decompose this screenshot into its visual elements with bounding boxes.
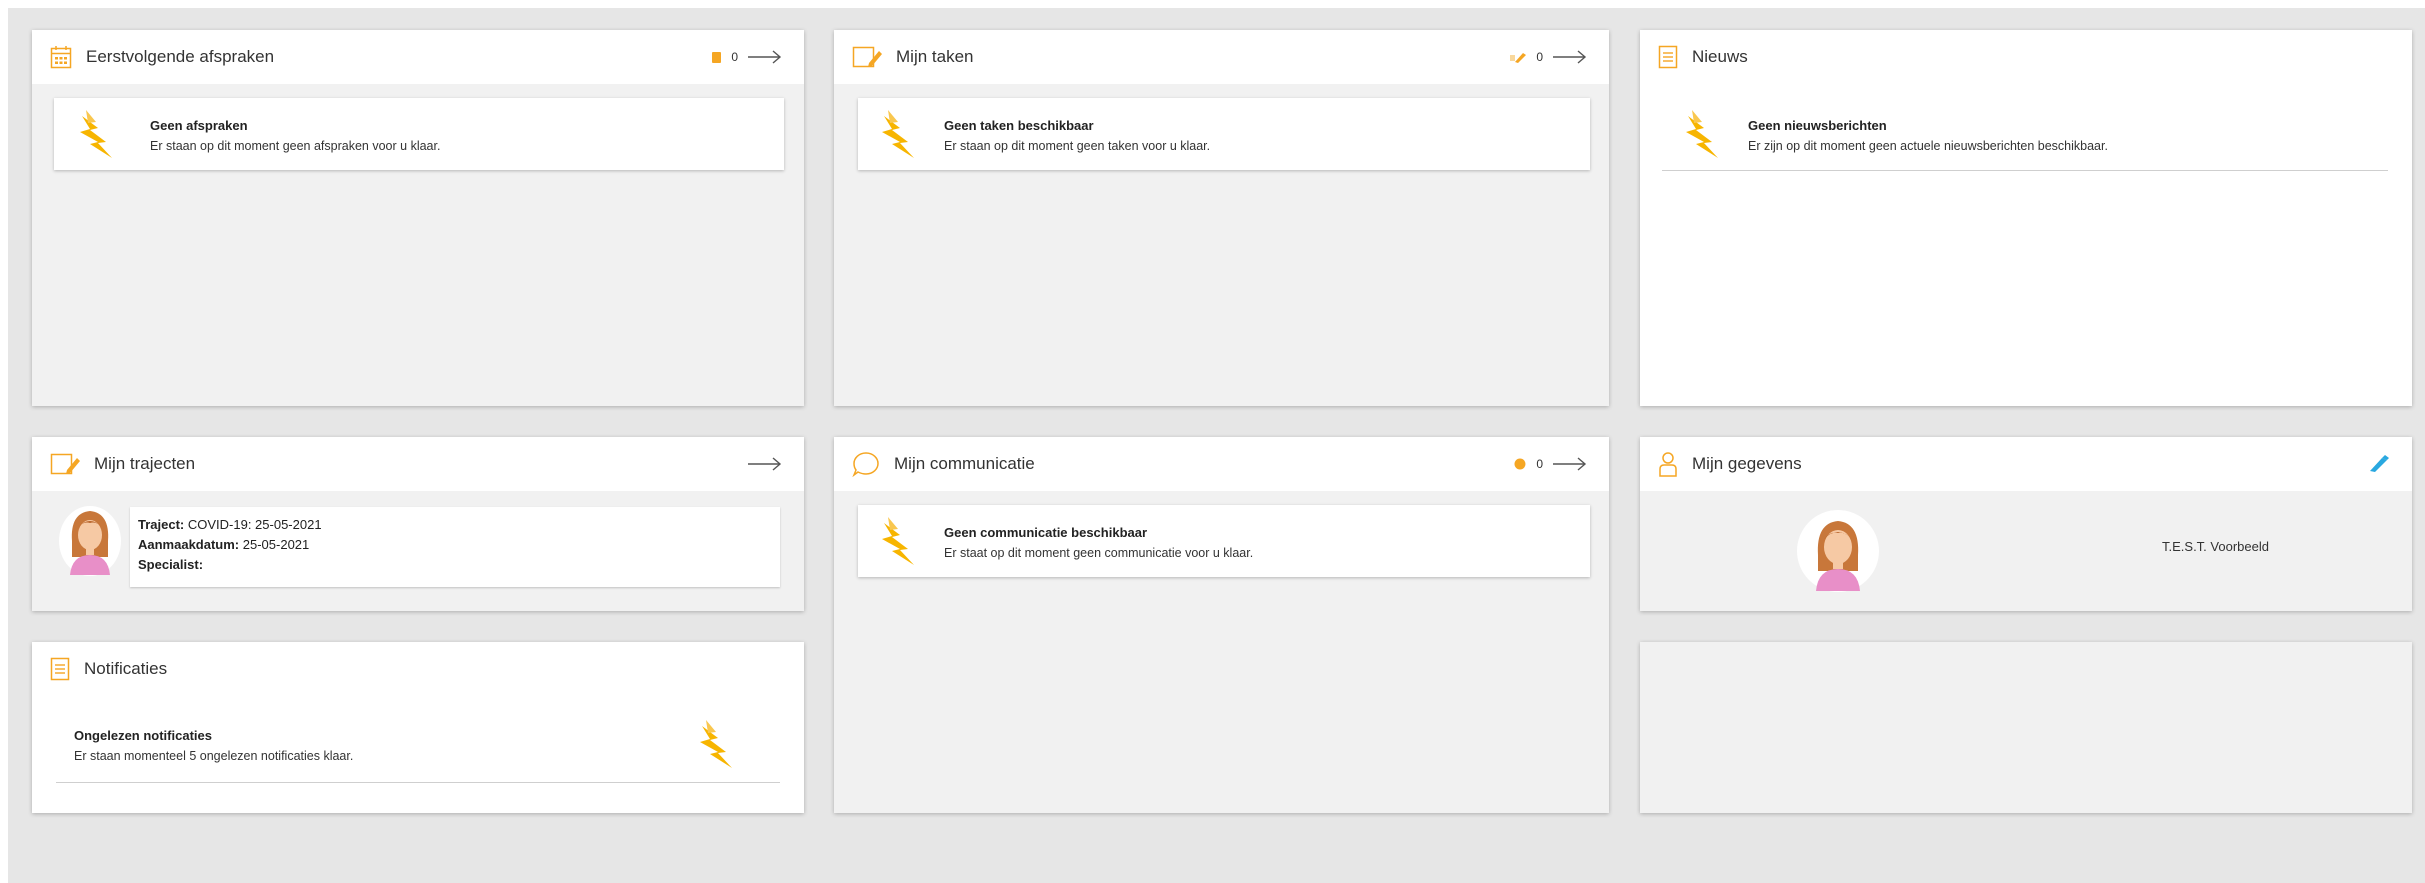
notifications-header: Notificaties: [32, 642, 804, 696]
trajectories-header: Mijn trajecten: [32, 437, 804, 491]
communication-card: Mijn communicatie 0 Geen communicatie be…: [834, 437, 1609, 813]
specialist-row: Specialist:: [138, 555, 322, 575]
news-empty-title: Geen nieuwsberichten: [1748, 118, 1887, 133]
traject-value: COVID-19: 25-05-2021: [187, 517, 322, 532]
profile-card: Mijn gegevens T.E.S.T. Voorbeeld: [1640, 437, 2412, 611]
trajectories-arrow-icon[interactable]: [748, 457, 782, 471]
traject-row: Traject: COVID-19: 25-05-2021: [138, 515, 322, 535]
created-label: Aanmaakdatum:: [138, 537, 240, 552]
notifications-unread-text: Er staan momenteel 5 ongelezen notificat…: [74, 749, 354, 763]
tasks-card: Mijn taken 0 Geen taken beschikbaar Er s…: [834, 30, 1609, 406]
document-icon: [50, 657, 70, 681]
communication-header: Mijn communicatie 0: [834, 437, 1609, 491]
appointments-empty-title: Geen afspraken: [150, 118, 248, 133]
trajectories-card: Mijn trajecten Traject: COVID-19: 25-05-…: [32, 437, 804, 611]
tasks-title: Mijn taken: [896, 47, 974, 66]
calendar-icon: [50, 45, 72, 69]
created-row: Aanmaakdatum: 25-05-2021: [138, 535, 322, 555]
lightning-icon: [76, 108, 122, 165]
tasks-empty-text: Er staan op dit moment geen taken voor u…: [944, 139, 1211, 153]
communication-count: 0: [1536, 457, 1543, 471]
tasks-empty-item: Geen taken beschikbaar Er staan op dit m…: [858, 98, 1590, 170]
news-title: Nieuws: [1692, 47, 1748, 66]
profile-header: Mijn gegevens: [1640, 437, 2412, 491]
news-divider: [1662, 170, 2388, 171]
traject-label: Traject:: [138, 517, 185, 532]
notifications-divider: [56, 782, 780, 783]
edit-note-icon: [852, 45, 882, 69]
notifications-unread-title: Ongelezen notificaties: [74, 728, 212, 743]
lightning-icon: [878, 108, 924, 165]
communication-title: Mijn communicatie: [894, 454, 1035, 473]
news-header: Nieuws: [1640, 30, 2412, 84]
news-empty-text: Er zijn op dit moment geen actuele nieuw…: [1748, 139, 2108, 153]
empty-card: [1640, 642, 2412, 813]
communication-empty-text: Er staat op dit moment geen communicatie…: [944, 546, 1254, 560]
profile-name: T.E.S.T. Voorbeeld: [2162, 539, 2269, 554]
person-icon: [1658, 451, 1678, 477]
calendar-badge-icon: [712, 51, 722, 63]
trajectories-title: Mijn trajecten: [94, 454, 196, 473]
lightning-icon: [696, 718, 742, 775]
chat-badge-icon: [1514, 458, 1526, 470]
created-value: 25-05-2021: [242, 537, 310, 552]
lightning-icon: [1682, 108, 1728, 165]
tasks-header: Mijn taken 0: [834, 30, 1609, 84]
avatar: [58, 501, 122, 582]
edit-pen-icon[interactable]: [2368, 455, 2390, 473]
profile-title: Mijn gegevens: [1692, 454, 1802, 473]
appointments-arrow-icon[interactable]: [748, 50, 782, 64]
avatar: [1796, 509, 1880, 598]
appointments-empty-text: Er staan op dit moment geen afspraken vo…: [150, 139, 441, 153]
notifications-item[interactable]: Ongelezen notificaties Er staan momentee…: [74, 728, 353, 763]
document-icon: [1658, 45, 1678, 69]
chat-bubble-icon: [852, 451, 880, 477]
pencil-badge-icon: [1510, 52, 1527, 63]
appointments-title: Eerstvolgende afspraken: [86, 47, 275, 66]
notifications-card: Notificaties Ongelezen notificaties Er s…: [32, 642, 804, 813]
notifications-title: Notificaties: [84, 659, 168, 678]
lightning-icon: [878, 515, 924, 572]
communication-empty-title: Geen communicatie beschikbaar: [944, 525, 1148, 540]
appointments-card: Eerstvolgende afspraken 0 Geen afspraken…: [32, 30, 804, 406]
communication-arrow-icon[interactable]: [1553, 457, 1587, 471]
appointments-count: 0: [731, 50, 738, 64]
trajectory-item[interactable]: Traject: COVID-19: 25-05-2021 Aanmaakdat…: [130, 507, 780, 587]
tasks-empty-title: Geen taken beschikbaar: [944, 118, 1094, 133]
appointments-empty-item: Geen afspraken Er staan op dit moment ge…: [54, 98, 784, 170]
appointments-header: Eerstvolgende afspraken 0: [32, 30, 804, 84]
specialist-label: Specialist:: [138, 557, 204, 572]
tasks-count: 0: [1536, 50, 1543, 64]
communication-empty-item: Geen communicatie beschikbaar Er staat o…: [858, 505, 1590, 577]
tasks-arrow-icon[interactable]: [1553, 50, 1587, 64]
edit-note-icon: [50, 452, 80, 476]
news-card: Nieuws Geen nieuwsberichten Er zijn op d…: [1640, 30, 2412, 406]
